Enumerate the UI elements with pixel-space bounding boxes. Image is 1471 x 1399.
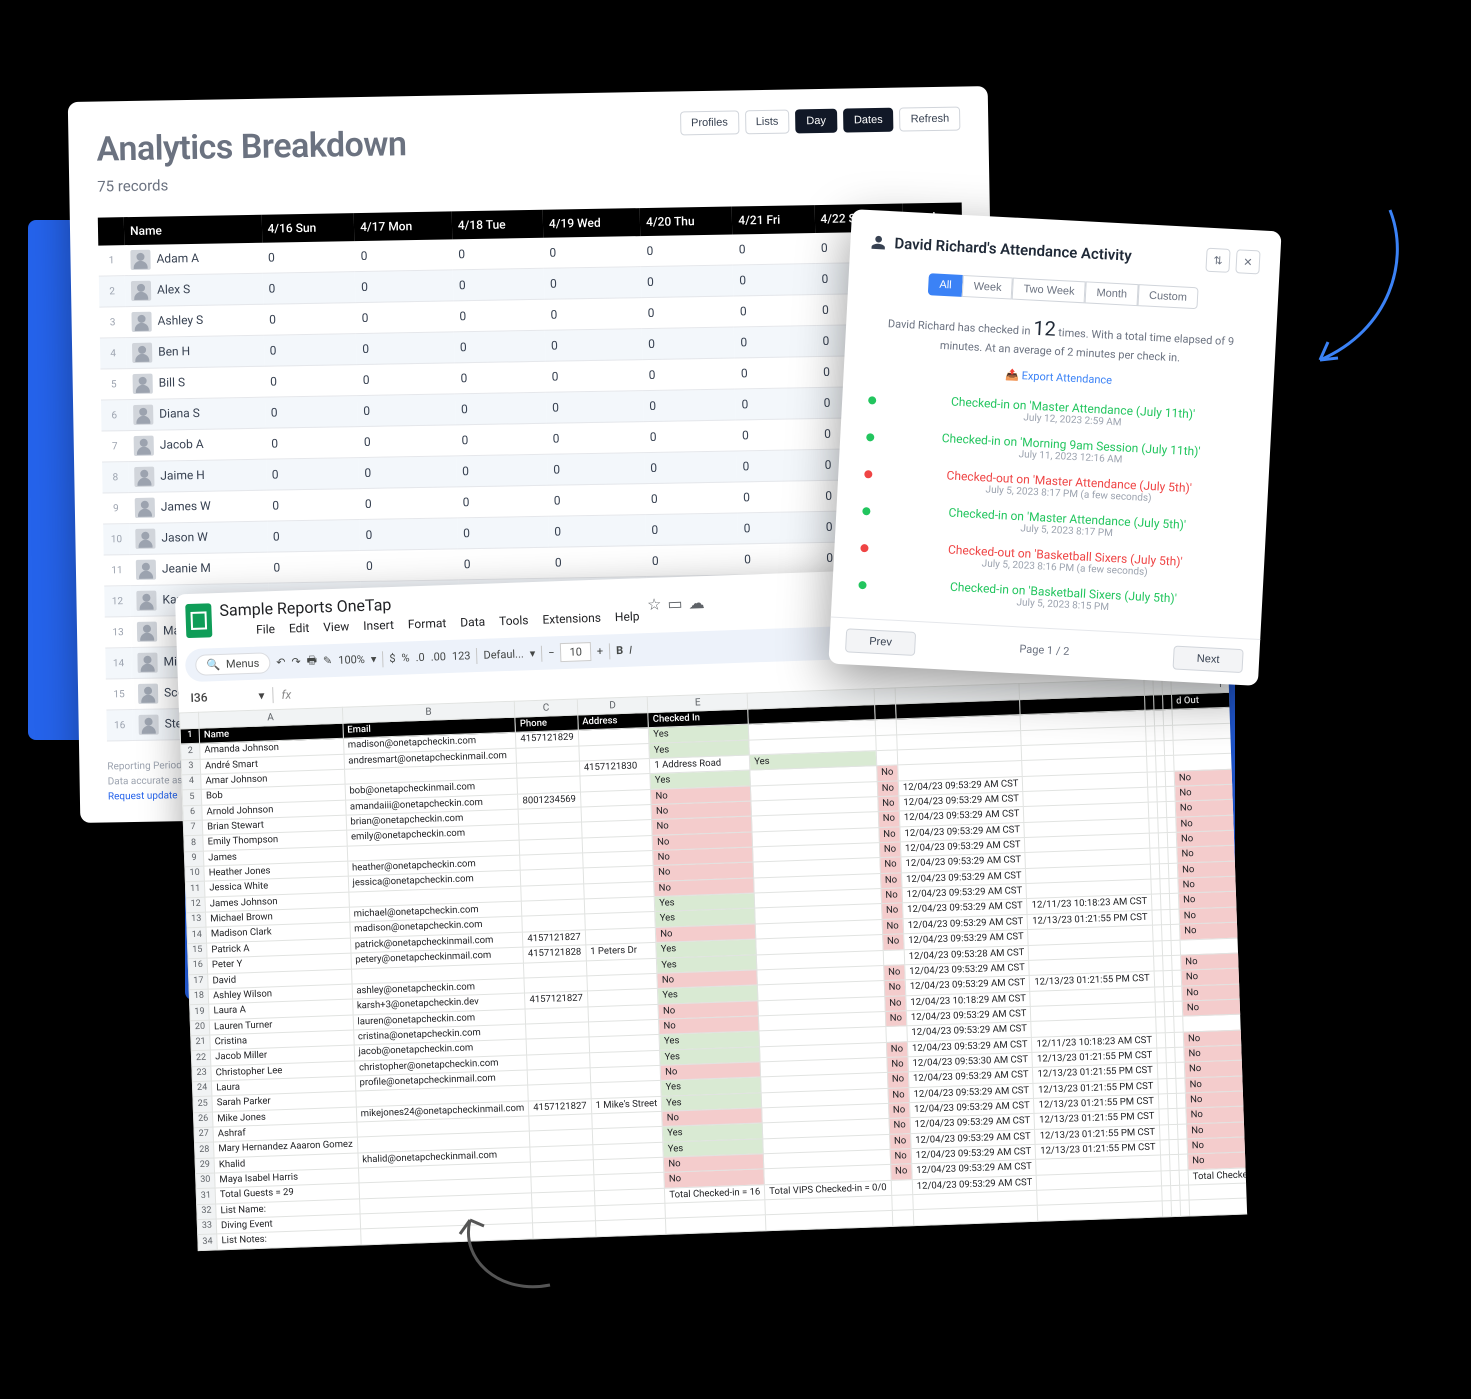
menu-view[interactable]: View [323, 619, 349, 634]
redo-icon[interactable]: ↷ [291, 655, 301, 668]
avatar [135, 529, 155, 549]
avatar [136, 591, 156, 611]
star-icon[interactable]: ☆ [647, 595, 662, 614]
dates-button[interactable]: Dates [843, 108, 894, 133]
tab-custom[interactable]: Custom [1137, 284, 1198, 309]
close-icon[interactable]: ✕ [1235, 249, 1260, 274]
font-inc-icon[interactable]: + [597, 645, 604, 658]
menu-data[interactable]: Data [460, 615, 485, 630]
cloud-icon[interactable]: ☁ [688, 593, 705, 613]
percent-icon[interactable]: % [401, 651, 410, 664]
refresh-button[interactable]: Refresh [899, 107, 960, 132]
menu-tools[interactable]: Tools [499, 613, 529, 628]
prev-button[interactable]: Prev [845, 628, 916, 656]
font-size[interactable]: 10 [560, 642, 591, 662]
menu-insert[interactable]: Insert [363, 618, 394, 633]
avatar [135, 498, 155, 518]
profiles-button[interactable]: Profiles [680, 110, 739, 135]
currency-icon[interactable]: $ [389, 652, 396, 665]
font-dec-icon[interactable]: − [548, 646, 555, 659]
bold-icon[interactable]: B [616, 644, 623, 657]
folder-icon[interactable]: ▭ [667, 594, 683, 614]
undo-icon[interactable]: ↶ [276, 656, 286, 669]
sheets-logo-icon [185, 603, 212, 638]
arrow-right [1280, 200, 1410, 380]
avatar [137, 622, 157, 642]
fx-icon: fx [281, 688, 291, 702]
menu-edit[interactable]: Edit [289, 621, 310, 636]
cell-ref[interactable]: I36 [190, 689, 250, 705]
dec-increase-icon[interactable]: .00 [430, 650, 446, 664]
analytics-toolbar: Profiles Lists Day Dates Refresh [680, 107, 961, 136]
attendance-modal: David Richard's Attendance Activity ⇅ ✕ … [828, 209, 1281, 685]
avatar [131, 312, 151, 332]
dec-decrease-icon[interactable]: .0 [415, 651, 425, 664]
modal-title: David Richard's Attendance Activity [894, 234, 1201, 268]
avatar [130, 250, 150, 270]
menu-extensions[interactable]: Extensions [542, 611, 601, 627]
avatar [134, 467, 154, 487]
font-select[interactable]: Defaul... [483, 647, 524, 661]
filter-icon[interactable]: ⇅ [1205, 248, 1230, 273]
zoom-select[interactable]: 100% [338, 653, 365, 667]
sheet-grid[interactable]: ABCDEI 1NameEmailPhoneAddressChecked Ind… [179, 674, 1247, 1250]
page-indicator: Page 1 / 2 [925, 638, 1163, 663]
avatar [138, 715, 158, 735]
lists-button[interactable]: Lists [745, 109, 790, 134]
tab-month[interactable]: Month [1085, 281, 1139, 306]
menus-search[interactable]: 🔍 Menus [195, 652, 271, 676]
tab-all[interactable]: All [928, 273, 963, 297]
menu-format[interactable]: Format [408, 616, 447, 631]
avatar [133, 374, 153, 394]
menu-help[interactable]: Help [615, 609, 640, 624]
print-icon[interactable]: 🖶 [306, 652, 317, 671]
tab-two-week[interactable]: Two Week [1012, 278, 1086, 304]
paint-icon[interactable]: ✎ [323, 654, 333, 667]
record-count: 75 records [97, 163, 961, 196]
day-button[interactable]: Day [795, 109, 837, 134]
avatar [136, 560, 156, 580]
menu-file[interactable]: File [256, 622, 275, 637]
avatar [138, 684, 158, 704]
next-button[interactable]: Next [1173, 645, 1244, 673]
avatar [132, 343, 152, 363]
arrow-bottom [440, 1210, 560, 1300]
tab-week[interactable]: Week [962, 275, 1013, 300]
person-icon [870, 234, 887, 251]
avatar [133, 405, 153, 425]
avatar [131, 281, 151, 301]
avatar [137, 653, 157, 673]
timeline: Checked-in on 'Master Attendance (July 1… [831, 386, 1272, 630]
modal-summary: David Richard has checked in 12 times. W… [845, 303, 1277, 372]
avatar [134, 436, 154, 456]
italic-icon[interactable]: I [629, 644, 632, 657]
